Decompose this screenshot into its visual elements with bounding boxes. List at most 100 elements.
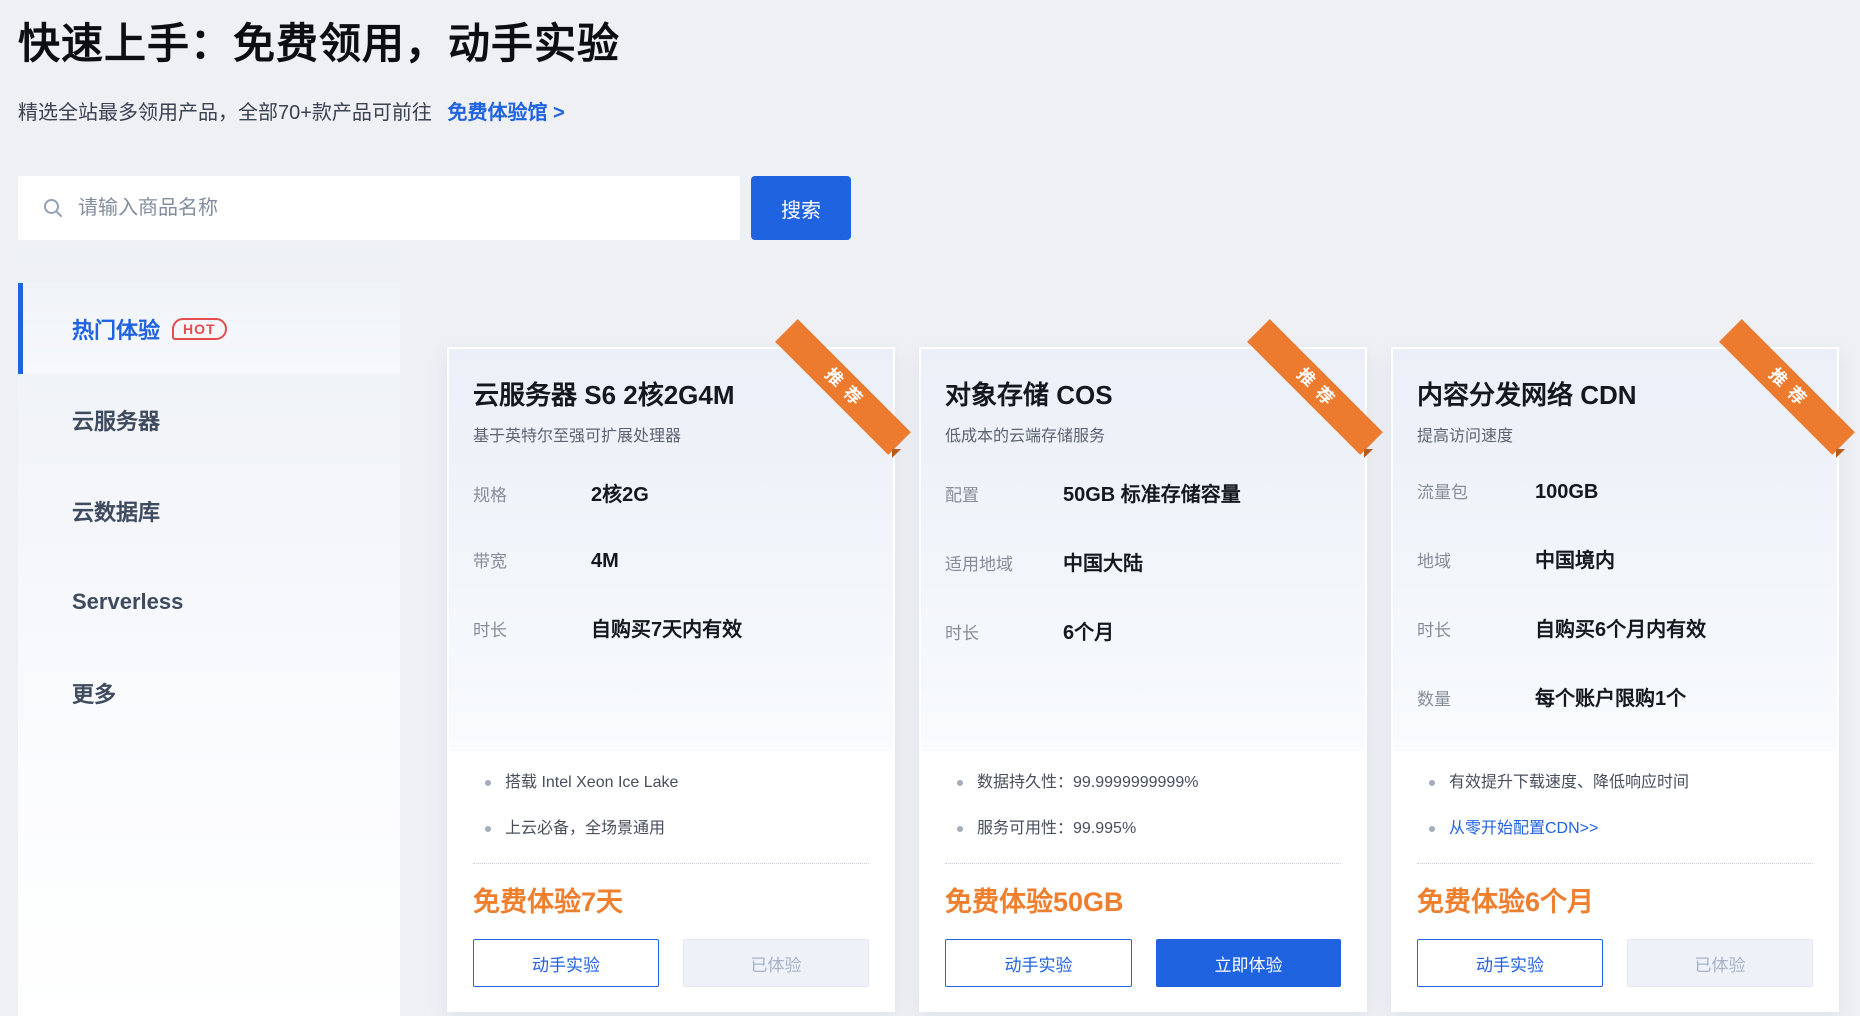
ribbon-fold [1836,449,1845,458]
sidebar-item-cloud-database[interactable]: 云数据库 [18,465,400,556]
spec-label: 流量包 [1417,478,1535,503]
ribbon-fold [892,449,901,458]
feature-text: 服务可用性：99.995% [977,817,1136,841]
sidebar-item-label: 云数据库 [72,495,160,527]
free-experience-hall-link[interactable]: 免费体验馆 > [448,102,565,124]
feature-text: 有效提升下载速度、降低响应时间 [1449,771,1689,795]
free-trial-text: 免费体验7天 [473,880,869,919]
spec-label: 时长 [945,619,1063,644]
spec-value: 50GB 标准存储容量 [1063,478,1241,507]
hands-on-lab-button[interactable]: 动手实验 [1417,939,1603,987]
cdn-config-guide-link[interactable]: 从零开始配置CDN>> [1449,817,1598,841]
bullet-dot [485,780,491,786]
product-card-cos: 推荐 对象存储 COS 低成本的云端存储服务 配置 50GB 标准存储容量 适用… [919,347,1367,1012]
sidebar-item-cloud-server[interactable]: 云服务器 [18,374,400,465]
spec-value: 每个账户限购1个 [1535,682,1686,711]
feature-item: 数据持久性：99.9999999999% [945,771,1341,795]
product-card-cdn: 推荐 内容分发网络 CDN 提高访问速度 流量包 100GB 地域 中国境内 时… [1391,347,1839,1012]
card-actions: 动手实验 已体验 [1417,939,1813,987]
search-input-wrapper [18,176,740,240]
spec-row: 时长 自购买6个月内有效 [1417,613,1813,642]
product-card-list: 推荐 云服务器 S6 2核2G4M 基于英特尔至强可扩展处理器 规格 2核2G … [447,347,1839,1012]
spec-value: 中国境内 [1535,544,1615,573]
experience-now-button[interactable]: 立即体验 [1156,939,1341,987]
spec-row: 带宽 4M [473,547,869,573]
spec-row: 适用地域 中国大陆 [945,547,1341,576]
card-actions: 动手实验 立即体验 [945,939,1341,987]
feature-item: 有效提升下载速度、降低响应时间 [1417,771,1813,795]
spec-value: 100GB [1535,481,1598,504]
card-title: 内容分发网络 CDN [1417,375,1813,412]
card-header: 对象存储 COS 低成本的云端存储服务 配置 50GB 标准存储容量 适用地域 … [921,349,1365,751]
spec-row: 数量 每个账户限购1个 [1417,682,1813,711]
bullet-dot [485,826,491,832]
dotted-divider [473,863,869,864]
sidebar-item-label: 更多 [72,677,116,709]
bullet-dot [1429,780,1435,786]
spec-label: 带宽 [473,547,591,572]
spec-value: 自购买7天内有效 [591,613,742,642]
already-experienced-button: 已体验 [1627,939,1813,987]
sidebar-item-serverless[interactable]: Serverless [18,556,400,647]
spec-list: 配置 50GB 标准存储容量 适用地域 中国大陆 时长 6个月 [945,478,1341,645]
spec-value: 自购买6个月内有效 [1535,613,1706,642]
subtitle-text: 精选全站最多领用产品，全部70+款产品可前往 [18,102,432,124]
card-header: 云服务器 S6 2核2G4M 基于英特尔至强可扩展处理器 规格 2核2G 带宽 … [449,349,893,751]
spec-row: 流量包 100GB [1417,478,1813,504]
spec-row: 配置 50GB 标准存储容量 [945,478,1341,507]
bullet-dot [957,780,963,786]
sidebar-item-more[interactable]: 更多 [18,647,400,738]
spec-label: 地域 [1417,547,1535,572]
card-title: 对象存储 COS [945,375,1341,412]
spec-value: 2核2G [591,478,649,507]
feature-list: 搭载 Intel Xeon Ice Lake 上云必备，全场景通用 [473,771,869,841]
sidebar-item-hot-experience[interactable]: 热门体验 HOT [18,283,400,374]
card-subtitle: 提高访问速度 [1417,422,1813,446]
spec-value: 中国大陆 [1063,547,1143,576]
dotted-divider [1417,863,1813,864]
search-input[interactable] [78,197,698,220]
feature-item: 服务可用性：99.995% [945,817,1341,841]
feature-text: 上云必备，全场景通用 [505,817,665,841]
page-subtitle: 精选全站最多领用产品，全部70+款产品可前往 免费体验馆 > [18,96,565,125]
bullet-dot [957,826,963,832]
spec-list: 流量包 100GB 地域 中国境内 时长 自购买6个月内有效 数量 每个账户限购… [1417,478,1813,711]
free-trial-text: 免费体验6个月 [1417,880,1813,919]
search-icon [42,197,64,219]
product-card-cvm: 推荐 云服务器 S6 2核2G4M 基于英特尔至强可扩展处理器 规格 2核2G … [447,347,895,1012]
ribbon-fold [1364,449,1373,458]
feature-text: 数据持久性：99.9999999999% [977,771,1198,795]
sidebar: 热门体验 HOT 云服务器 云数据库 Serverless 更多 [18,250,400,1016]
card-subtitle: 低成本的云端存储服务 [945,422,1341,446]
spec-label: 数量 [1417,685,1535,710]
spec-label: 时长 [473,616,591,641]
search-button[interactable]: 搜索 [751,176,851,240]
dotted-divider [945,863,1341,864]
spec-label: 适用地域 [945,550,1063,575]
feature-item: 搭载 Intel Xeon Ice Lake [473,771,869,795]
card-footer: 搭载 Intel Xeon Ice Lake 上云必备，全场景通用 免费体验7天… [449,751,893,987]
free-trial-text: 免费体验50GB [945,880,1341,919]
card-actions: 动手实验 已体验 [473,939,869,987]
card-title: 云服务器 S6 2核2G4M [473,375,869,412]
spec-list: 规格 2核2G 带宽 4M 时长 自购买7天内有效 [473,478,869,642]
card-footer: 有效提升下载速度、降低响应时间 从零开始配置CDN>> 免费体验6个月 动手实验… [1393,751,1837,987]
spec-row: 时长 6个月 [945,616,1341,645]
already-experienced-button: 已体验 [683,939,869,987]
bullet-dot [1429,826,1435,832]
spec-value: 6个月 [1063,616,1114,645]
card-header: 内容分发网络 CDN 提高访问速度 流量包 100GB 地域 中国境内 时长 自… [1393,349,1837,751]
sidebar-item-label: 热门体验 [72,313,160,345]
feature-list: 有效提升下载速度、降低响应时间 从零开始配置CDN>> [1417,771,1813,841]
card-footer: 数据持久性：99.9999999999% 服务可用性：99.995% 免费体验5… [921,751,1365,987]
spec-row: 规格 2核2G [473,478,869,507]
hands-on-lab-button[interactable]: 动手实验 [945,939,1132,987]
spec-label: 配置 [945,481,1063,506]
spec-label: 时长 [1417,616,1535,641]
feature-item: 上云必备，全场景通用 [473,817,869,841]
page-title: 快速上手：免费领用，动手实验 [18,10,620,71]
sidebar-item-label: Serverless [72,589,183,615]
spec-row: 时长 自购买7天内有效 [473,613,869,642]
hands-on-lab-button[interactable]: 动手实验 [473,939,659,987]
sidebar-item-label: 云服务器 [72,404,160,436]
